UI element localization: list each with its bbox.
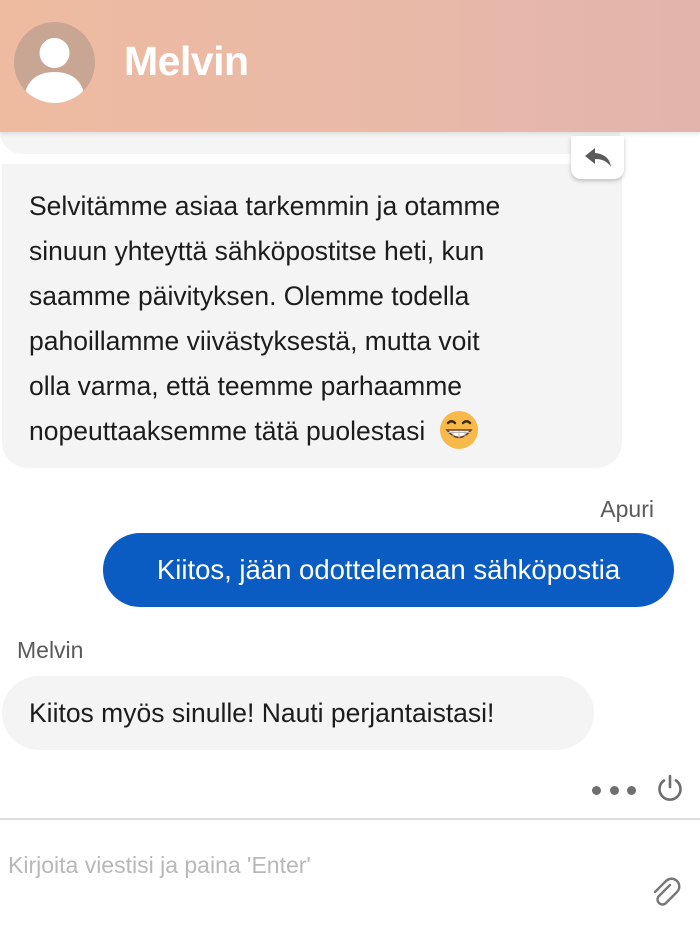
more-dots-icon: [592, 785, 601, 795]
incoming-message: Selvitämme asiaa tarkemmin ja otamme sin…: [2, 164, 622, 468]
more-dots-icon: [627, 785, 636, 795]
contact-name: Melvin: [124, 38, 249, 84]
message-composer: [0, 818, 700, 943]
avatar: [14, 22, 95, 103]
more-options-button[interactable]: [592, 780, 636, 800]
attach-file-button[interactable]: [648, 876, 682, 910]
message-line: pahoillamme viivästyksestä, mutta voit: [29, 326, 480, 356]
message-input[interactable]: [0, 820, 640, 910]
end-chat-button[interactable]: [655, 773, 685, 803]
user-silhouette-icon: [24, 38, 85, 103]
message-line-text: nopeuttaaksemme tätä puolestasi: [29, 416, 426, 446]
paperclip-icon: [653, 877, 681, 906]
message-list[interactable]: Selvitämme asiaa tarkemmin ja otamme sin…: [0, 132, 700, 767]
outgoing-message: Kiitos, jään odottelemaan sähköpostia: [103, 533, 674, 607]
more-dots-icon: [609, 785, 619, 795]
previous-message-edge: [0, 132, 620, 154]
chat-header: Melvin: [0, 0, 700, 132]
message-line-last: nopeuttaaksemme tätä puolestasi: [29, 409, 602, 454]
sender-label-apuri: Apuri: [600, 496, 654, 522]
message-line: Selvitämme asiaa tarkemmin ja otamme: [29, 191, 501, 221]
message-line: olla varma, että teemme parhaamme: [29, 371, 463, 401]
grinning-face-emoji: [440, 411, 479, 449]
message-line: saamme päivityksen. Olemme todella: [29, 281, 470, 311]
incoming-message: Kiitos myös sinulle! Nauti perjantaistas…: [2, 676, 594, 750]
power-icon: [658, 774, 682, 801]
reply-arrow-icon: [584, 147, 611, 167]
reply-button[interactable]: [571, 136, 624, 179]
sender-label-melvin: Melvin: [17, 637, 84, 663]
message-line: sinuun yhteyttä sähköpostitse heti, kun: [29, 236, 485, 266]
